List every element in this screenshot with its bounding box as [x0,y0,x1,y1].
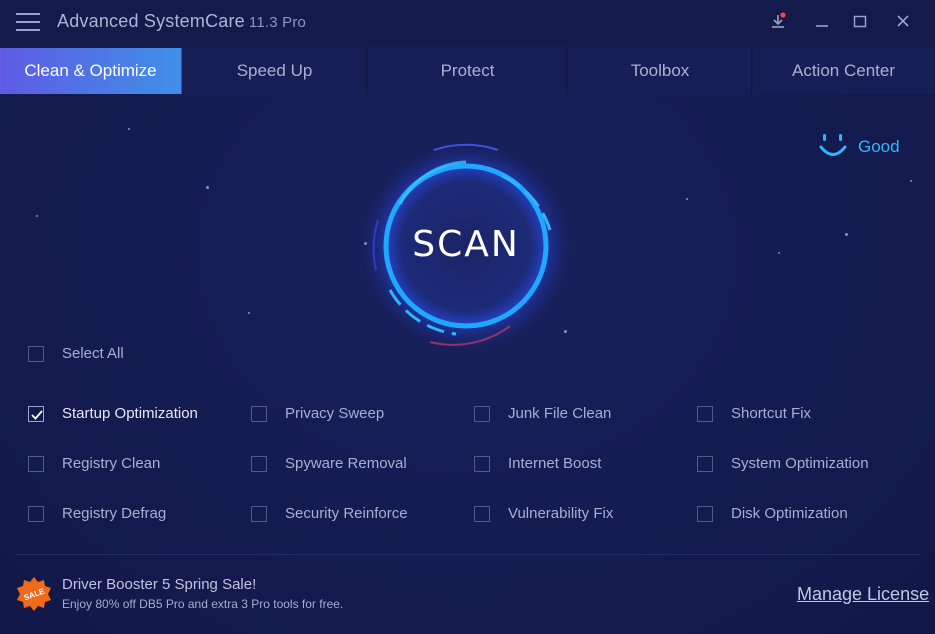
close-button[interactable] [891,10,915,34]
hamburger-menu-icon[interactable] [16,13,40,33]
tab-label: Protect [440,61,495,80]
tab-label: Action Center [792,61,895,80]
tab-speed-up[interactable]: Speed Up [182,48,368,94]
sale-badge-icon[interactable]: SALE [16,576,52,612]
manage-license-link[interactable]: Manage License [797,584,929,605]
background-star [910,180,912,182]
option-label: Privacy Sweep [285,405,385,422]
checkbox-box [28,406,44,422]
option-security-reinforce[interactable]: Security Reinforce [251,504,451,524]
option-system-optimization[interactable]: System Optimization [697,454,897,474]
option-label: Shortcut Fix [731,405,812,422]
option-label: Registry Defrag [62,505,167,522]
app-title: Advanced SystemCare 11.3 Pro [57,11,306,32]
option-label: Disk Optimization [731,505,848,522]
tab-divider [751,48,752,94]
app-window: Advanced SystemCare 11.3 Pro Clean & Opti… [0,0,935,634]
tab-divider [366,48,367,94]
checkbox-box [28,346,44,362]
app-version: 11.3 Pro [248,14,307,31]
checkbox-box [251,406,267,422]
background-star [128,128,130,130]
option-junk-file-clean[interactable]: Junk File Clean [474,404,674,424]
option-label: Junk File Clean [508,405,612,422]
option-label: System Optimization [731,455,869,472]
option-registry-clean[interactable]: Registry Clean [28,454,228,474]
option-shortcut-fix[interactable]: Shortcut Fix [697,404,897,424]
footer-divider [16,554,920,555]
scan-button[interactable] [397,177,535,315]
option-registry-defrag[interactable]: Registry Defrag [28,504,228,524]
tab-label: Speed Up [236,61,313,80]
select-all-checkbox[interactable]: Select All [28,344,148,364]
tab-label: Clean & Optimize [24,61,157,80]
checkbox-box [251,506,267,522]
checkbox-box [474,406,490,422]
main-tabs: Clean & Optimize Speed Up Protect Toolbo… [0,48,935,94]
option-label: Internet Boost [508,455,602,472]
checkbox-box [28,506,44,522]
option-disk-optimization[interactable]: Disk Optimization [697,504,897,524]
tab-protect[interactable]: Protect [368,48,568,94]
background-star [248,312,250,314]
checkbox-box [697,456,713,472]
scan-area: SCAN [360,140,572,352]
background-star [778,252,780,254]
tab-clean-optimize[interactable]: Clean & Optimize [0,48,182,94]
option-label: Security Reinforce [285,505,408,522]
option-label: Startup Optimization [62,405,198,422]
minimize-button[interactable] [810,10,834,34]
maximize-button[interactable] [848,10,872,34]
smile-icon [819,134,847,156]
option-label: Vulnerability Fix [508,505,614,522]
tab-label: Toolbox [630,61,690,80]
background-star [686,198,688,200]
option-label: Spyware Removal [285,455,407,472]
checkbox-box [697,406,713,422]
promo-subtitle: Enjoy 80% off DB5 Pro and extra 3 Pro to… [62,597,344,611]
status-label: Good [858,137,900,156]
checkmark-icon [31,410,43,420]
tab-toolbox[interactable]: Toolbox [568,48,753,94]
background-star [845,233,848,236]
option-privacy-sweep[interactable]: Privacy Sweep [251,404,451,424]
download-update-icon[interactable] [766,10,790,34]
title-bar: Advanced SystemCare 11.3 Pro [0,0,935,46]
option-vulnerability-fix[interactable]: Vulnerability Fix [474,504,674,524]
option-startup-optimization[interactable]: Startup Optimization [28,404,228,424]
checkbox-box [697,506,713,522]
tab-divider [566,48,567,94]
background-star [206,186,209,189]
tab-action-center[interactable]: Action Center [753,48,935,94]
checkbox-box [251,456,267,472]
option-label: Registry Clean [62,455,161,472]
app-title-text: Advanced SystemCare [57,11,245,31]
option-spyware-removal[interactable]: Spyware Removal [251,454,451,474]
checkbox-box [474,506,490,522]
checkbox-box [474,456,490,472]
background-star [36,215,38,217]
checkbox-box [28,456,44,472]
select-all-label: Select All [62,345,124,362]
option-internet-boost[interactable]: Internet Boost [474,454,674,474]
promo-title[interactable]: Driver Booster 5 Spring Sale! [62,576,256,593]
